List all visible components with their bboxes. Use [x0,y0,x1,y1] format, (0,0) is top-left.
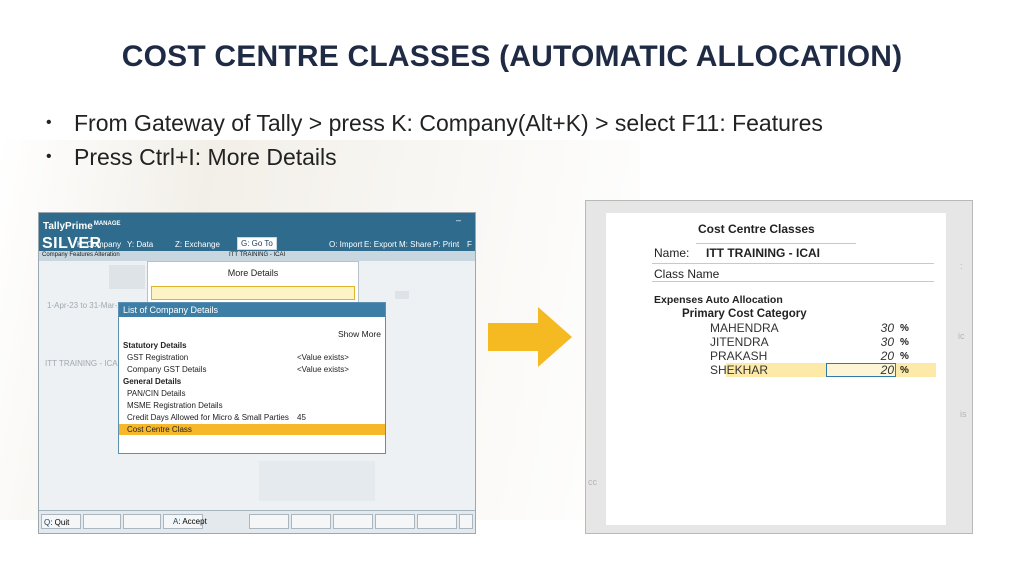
show-more-button[interactable]: Show More [338,329,381,339]
name-value[interactable]: ITT TRAINING - ICAI [706,246,820,260]
name-label: Name: [654,246,690,260]
tally-top-bar: TallyPrimeMANAGE SILVER K: Company Y: Da… [39,213,475,261]
list-group-statutory: Statutory Details [123,341,187,350]
list-item-credit-days[interactable]: Credit Days Allowed for Micro & Small Pa… [119,412,385,423]
fkey-blank[interactable] [375,514,415,529]
allocation-name[interactable]: PRAKASH [710,349,767,363]
bullet-dot-icon: • [46,114,52,131]
quit-button[interactable]: Q: Quit [41,514,81,529]
allocation-percent[interactable]: 20 [876,349,894,363]
more-details-input[interactable] [151,286,355,300]
fkey-blank[interactable] [123,514,161,529]
fkey-blank[interactable] [333,514,373,529]
fkey-blank[interactable] [417,514,457,529]
tally-brand: TallyPrimeMANAGE [43,221,121,232]
menu-company[interactable]: K: Company [77,240,121,249]
list-item-company-gst-details[interactable]: Company GST Details <Value exists> [119,364,385,375]
fkey-blank[interactable] [83,514,121,529]
menu-import[interactable]: O: Import [329,240,362,249]
list-item-cost-centre-class[interactable]: Cost Centre Class [119,424,385,435]
allocation-percent[interactable]: 30 [876,335,894,349]
ghost-panel [109,265,145,289]
ghost-panel-bottom [259,461,375,501]
list-item-gst-registration[interactable]: GST Registration <Value exists> [119,352,385,363]
cost-centre-classes-screenshot: : ic cc is Cost Centre Classes Name: ITT… [585,200,973,534]
section-expenses-auto-allocation: Expenses Auto Allocation [654,294,783,306]
list-of-company-details: List of Company Details Show More Statut… [118,302,386,454]
allocation-name[interactable]: MAHENDRA [710,321,779,335]
fkey-blank[interactable] [459,514,473,529]
tally-screenshot: TallyPrimeMANAGE SILVER K: Company Y: Da… [38,212,476,534]
tally-sub-bar: Company Features Alteration ITT TRAINING… [39,251,475,261]
allocation-name[interactable]: JITENDRA [710,335,769,349]
title-underline [696,243,856,244]
slide-title: COST CENTRE CLASSES (AUTOMATIC ALLOCATIO… [121,40,903,73]
accept-button[interactable]: A: Accept [171,514,211,529]
bullet-item: • Press Ctrl+I: More Details [40,140,823,174]
form-title: Cost Centre Classes [698,222,815,236]
allocation-percent-selected[interactable]: 20 [876,363,894,377]
bullet-item: • From Gateway of Tally > press K: Compan… [40,106,823,140]
bullet-list: • From Gateway of Tally > press K: Compan… [40,106,823,174]
list-item-pan-cin[interactable]: PAN/CIN Details [119,388,385,399]
ghost-block [395,291,409,299]
more-details-title: More Details [227,268,279,278]
menu-export[interactable]: E: Export [364,240,397,249]
fkey-blank[interactable] [249,514,289,529]
class-name-label[interactable]: Class Name [654,267,719,281]
list-title: List of Company Details [119,303,385,317]
fkey-blank[interactable] [291,514,331,529]
percent-sign: % [900,351,909,362]
cost-centre-classes-form: Cost Centre Classes Name: ITT TRAINING -… [606,213,946,525]
menu-exchange[interactable]: Z: Exchange [175,240,220,249]
list-group-general: General Details [123,377,182,386]
minimize-icon[interactable]: – [456,215,461,225]
percent-sign: % [900,337,909,348]
function-key-bar: Q: Quit A: Accept [39,510,475,533]
menu-share[interactable]: M: Share [399,240,431,249]
right-arrow-icon [488,307,572,367]
primary-cost-category: Primary Cost Category [682,308,807,320]
ghost-company: ITT TRAINING - ICA [45,359,118,368]
divider [652,263,934,264]
menu-goto[interactable]: G: Go To [237,237,277,250]
menu-print[interactable]: P: Print [433,240,459,249]
allocation-name-selected[interactable]: SHEKHAR [710,363,768,377]
percent-sign: % [900,323,909,334]
divider [652,281,934,282]
list-item-msme[interactable]: MSME Registration Details [119,400,385,411]
bullet-dot-icon: • [46,148,52,165]
menu-more[interactable]: F [467,240,472,249]
allocation-percent[interactable]: 30 [876,321,894,335]
more-details-dialog: More Details [147,261,359,305]
menu-data[interactable]: Y: Data [127,240,153,249]
ghost-date: 1-Apr-23 to 31-Mar-2 [47,301,122,310]
percent-sign: % [900,365,909,376]
